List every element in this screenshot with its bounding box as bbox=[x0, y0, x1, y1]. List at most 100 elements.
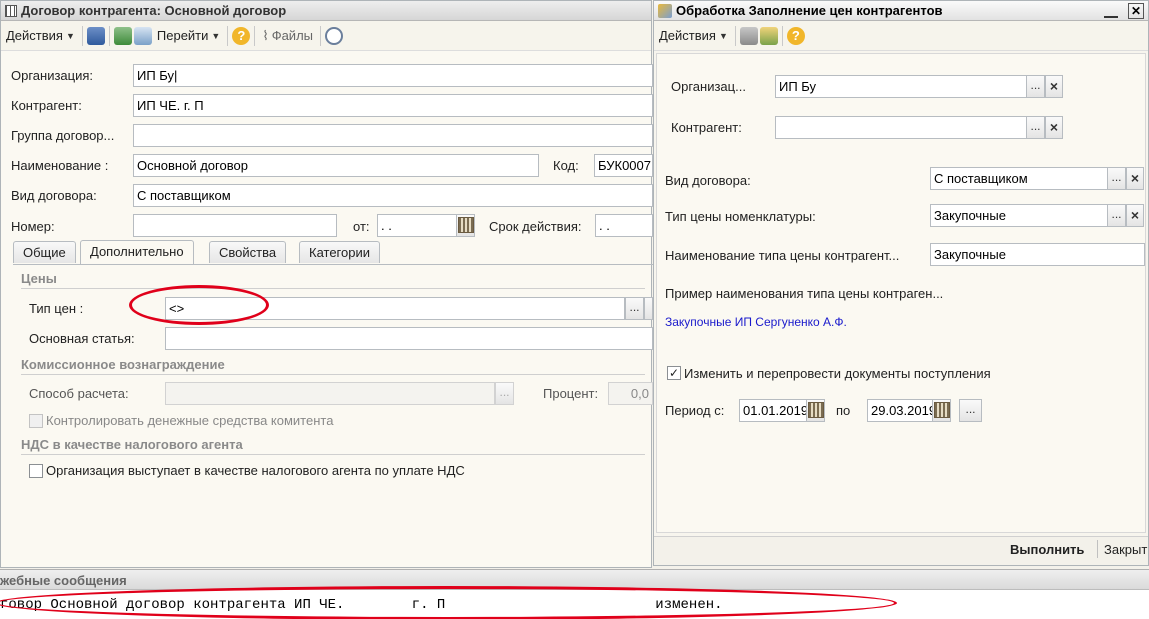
select-button[interactable]: ... bbox=[1107, 204, 1126, 227]
period-select-button[interactable]: ... bbox=[959, 399, 982, 422]
code-label: Код: bbox=[553, 158, 579, 173]
organization-field[interactable]: ИП Бу| bbox=[133, 64, 653, 87]
close-button[interactable]: Закрыт bbox=[1104, 542, 1147, 557]
percent-label: Процент: bbox=[543, 386, 599, 401]
nomenclature-price-type-field[interactable]: Закупочные bbox=[930, 204, 1108, 227]
save-close-icon[interactable] bbox=[86, 26, 105, 45]
actions-label: Действия bbox=[6, 28, 63, 43]
processing-window: Обработка Заполнение цен контрагентов ✕ … bbox=[653, 0, 1149, 566]
goto-label: Перейти bbox=[156, 28, 209, 43]
tax-agent-checkbox[interactable] bbox=[29, 464, 43, 478]
run-button[interactable]: Выполнить bbox=[1010, 542, 1084, 557]
main-article-label: Основная статья: bbox=[29, 331, 135, 346]
separator bbox=[734, 25, 736, 46]
price-type-label: Тип цен : bbox=[29, 301, 84, 316]
percent-field: 0,0 bbox=[608, 382, 653, 405]
highlight-ellipse bbox=[0, 586, 897, 619]
change-repost-checkbox[interactable]: ✓ bbox=[667, 366, 681, 380]
chevron-down-icon: ▼ bbox=[211, 30, 221, 41]
settings-icon[interactable] bbox=[739, 26, 758, 45]
select-button[interactable]: ... bbox=[1026, 75, 1045, 98]
name-label: Наименование : bbox=[11, 158, 109, 173]
calendar-icon bbox=[934, 402, 950, 418]
counterparty-field[interactable]: ИП ЧЕ. г. П bbox=[133, 94, 653, 117]
save-icon[interactable] bbox=[759, 26, 778, 45]
clear-icon[interactable]: × bbox=[1045, 75, 1063, 98]
highlight-ellipse bbox=[129, 285, 269, 325]
main-article-field[interactable] bbox=[165, 327, 653, 350]
select-button[interactable]: ... bbox=[625, 297, 644, 320]
separator bbox=[227, 25, 229, 46]
separator bbox=[320, 25, 321, 46]
divider bbox=[21, 454, 645, 455]
number-field[interactable] bbox=[133, 214, 337, 237]
calendar-icon bbox=[458, 217, 474, 233]
contract-type-field[interactable]: С поставщиком bbox=[133, 184, 653, 207]
tax-agent-label: Организация выступает в качестве налогов… bbox=[46, 463, 465, 478]
contract-window-title: Договор контрагента: Основной договор bbox=[21, 3, 287, 18]
select-button[interactable]: ... bbox=[1107, 167, 1126, 190]
tab-properties[interactable]: Свойства bbox=[209, 241, 287, 263]
period-from-field[interactable]: 01.01.2019 bbox=[739, 399, 807, 422]
contract-window-titlebar[interactable]: Договор контрагента: Основной договор bbox=[1, 1, 651, 21]
example-label: Пример наименования типа цены контраген.… bbox=[665, 286, 944, 301]
paperclip-icon: ⌇ bbox=[262, 27, 269, 43]
vat-section-title: НДС в качестве налогового агента bbox=[21, 437, 243, 452]
refresh-icon[interactable] bbox=[113, 26, 132, 45]
calc-method-label: Способ расчета: bbox=[29, 386, 129, 401]
term-field[interactable]: . . bbox=[595, 214, 653, 237]
example-value: Закупочные ИП Сергуненко А.Ф. bbox=[665, 315, 847, 329]
from-date-field[interactable]: . . bbox=[377, 214, 457, 237]
change-repost-label: Изменить и перепровести документы поступ… bbox=[684, 366, 991, 381]
calendar-icon bbox=[808, 402, 824, 418]
actions-label: Действия bbox=[659, 28, 716, 43]
actions-menu[interactable]: Действия ▼ bbox=[656, 26, 731, 45]
processing-icon bbox=[658, 3, 672, 18]
tab-categories[interactable]: Категории bbox=[299, 241, 380, 263]
contract-type-field[interactable]: С поставщиком bbox=[930, 167, 1108, 190]
help-icon[interactable]: ? bbox=[786, 26, 805, 45]
copy-icon[interactable] bbox=[133, 26, 152, 45]
code-field[interactable]: БУК0007 bbox=[594, 154, 653, 177]
clear-icon[interactable]: × bbox=[1045, 116, 1063, 139]
counterparty-label: Контрагент: bbox=[11, 98, 82, 113]
help-icon[interactable]: ? bbox=[232, 26, 251, 45]
calendar-button[interactable] bbox=[932, 399, 951, 422]
select-button[interactable]: ... bbox=[1026, 116, 1045, 139]
name-field[interactable]: Основной договор bbox=[133, 154, 539, 177]
clear-icon[interactable]: × bbox=[1126, 167, 1144, 190]
close-window-button[interactable]: ✕ bbox=[1128, 3, 1144, 19]
tab-general[interactable]: Общие bbox=[13, 241, 76, 263]
clear-button[interactable] bbox=[644, 297, 653, 320]
separator bbox=[108, 25, 110, 46]
price-type-name-label: Наименование типа цены контрагент... bbox=[665, 248, 900, 263]
commission-section-title: Комиссионное вознаграждение bbox=[21, 357, 225, 372]
footer-separator bbox=[1097, 540, 1098, 558]
clock-icon[interactable] bbox=[325, 26, 343, 45]
counterparty-field[interactable] bbox=[775, 116, 1027, 139]
chevron-down-icon: ▼ bbox=[718, 30, 728, 41]
term-label: Срок действия: bbox=[489, 219, 582, 234]
counterparty-label: Контрагент: bbox=[671, 120, 742, 135]
tab-additional[interactable]: Дополнительно bbox=[80, 240, 194, 264]
processing-window-titlebar[interactable]: Обработка Заполнение цен контрагентов ✕ bbox=[654, 1, 1148, 21]
number-label: Номер: bbox=[11, 219, 55, 234]
period-to-field[interactable]: 29.03.2019 bbox=[867, 399, 933, 422]
calc-method-field bbox=[165, 382, 495, 405]
from-date-label: от: bbox=[353, 219, 370, 234]
calendar-button[interactable] bbox=[456, 214, 475, 237]
contract-type-label: Вид договора: bbox=[11, 188, 97, 203]
clear-icon[interactable]: × bbox=[1126, 204, 1144, 227]
organization-field[interactable]: ИП Бу bbox=[775, 75, 1027, 98]
contract-group-field[interactable] bbox=[133, 124, 653, 147]
contract-window: Договор контрагента: Основной договор Де… bbox=[0, 0, 653, 568]
calendar-button[interactable] bbox=[806, 399, 825, 422]
minimize-button[interactable] bbox=[1104, 4, 1118, 18]
separator bbox=[81, 25, 83, 46]
files-button[interactable]: ⌇ Файлы bbox=[259, 26, 316, 46]
actions-menu[interactable]: Действия ▼ bbox=[3, 26, 78, 45]
contract-toolbar: Действия ▼ Перейти ▼ ? ⌇ Файлы bbox=[1, 21, 651, 51]
contract-group-label: Группа договор... bbox=[11, 128, 115, 143]
goto-menu[interactable]: Перейти ▼ bbox=[154, 26, 223, 45]
price-type-name-field[interactable]: Закупочные bbox=[930, 243, 1145, 266]
